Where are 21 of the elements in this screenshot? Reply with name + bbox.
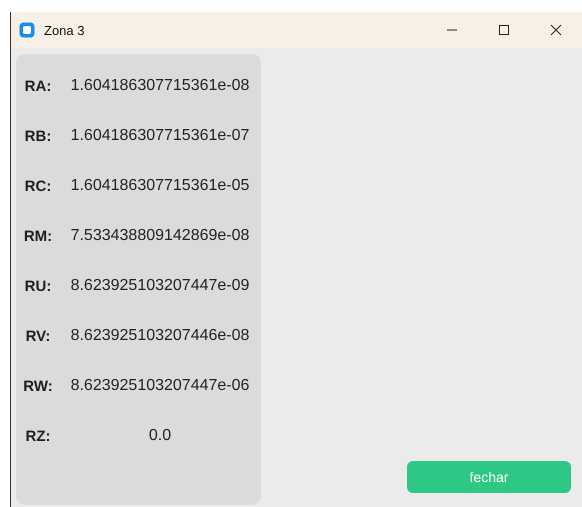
result-value: 8.623925103207447e-06 [70, 377, 250, 395]
result-value: 1.604186307715361e-05 [70, 177, 250, 195]
result-label: RZ: [24, 428, 52, 444]
result-label: RC: [24, 178, 52, 194]
maximize-icon [498, 24, 510, 36]
close-icon [550, 24, 562, 36]
result-label: RU: [24, 278, 52, 294]
result-label: RW: [22, 378, 54, 394]
window-title: Zona 3 [44, 22, 84, 38]
result-value: 8.623925103207446e-08 [70, 327, 250, 345]
result-label: RM: [22, 228, 54, 244]
result-label: RB: [24, 128, 52, 144]
result-label: RV: [24, 328, 52, 344]
result-value: 7.533438809142869e-08 [70, 227, 250, 245]
result-value: 8.623925103207447e-09 [70, 277, 250, 295]
close-dialog-button[interactable]: fechar [407, 461, 571, 493]
result-label: RA: [24, 78, 52, 94]
result-value: 1.604186307715361e-08 [70, 77, 250, 95]
result-value: 0.0 [148, 427, 172, 445]
result-value: 1.604186307715361e-07 [70, 127, 250, 145]
app-icon [19, 22, 35, 38]
